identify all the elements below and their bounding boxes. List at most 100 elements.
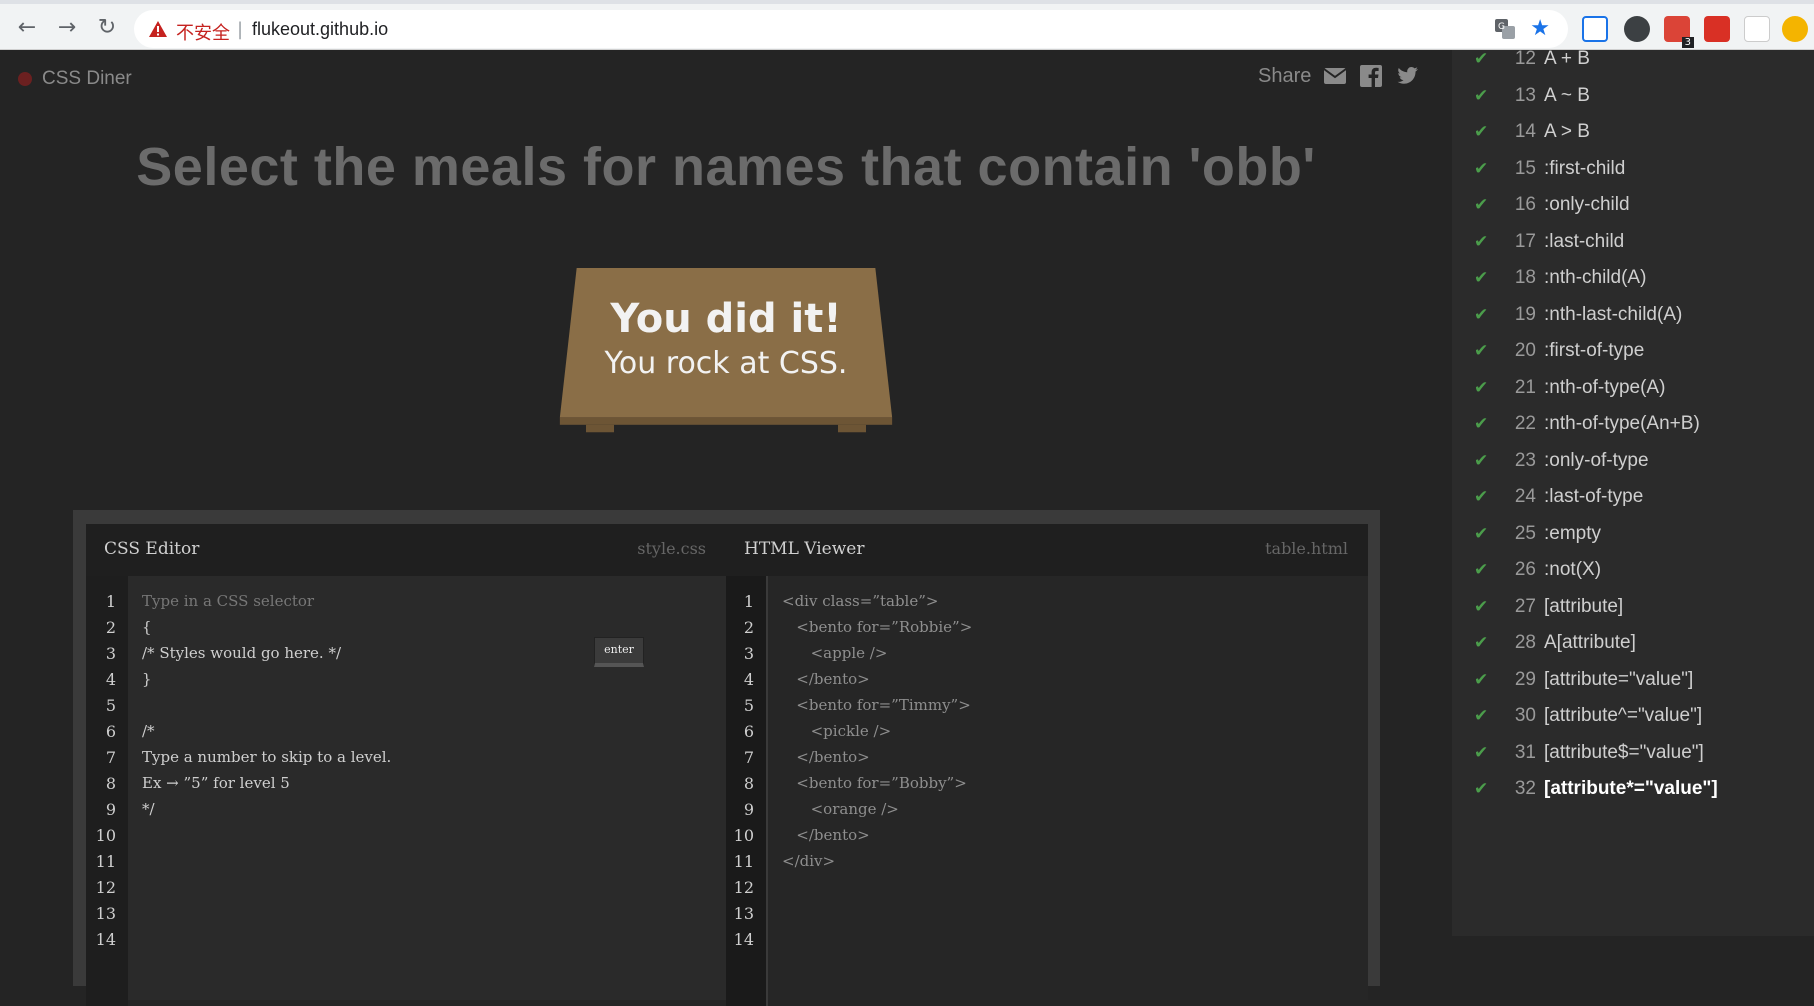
line-number: 9 — [743, 800, 754, 819]
css-selector-input[interactable]: Type in a CSS selector — [142, 592, 314, 610]
level-item[interactable]: ✔ 26:not(X) — [1474, 555, 1601, 585]
line-number: 9 — [105, 800, 116, 819]
enter-button[interactable]: enter — [594, 637, 644, 667]
level-number: 19 — [1514, 304, 1536, 325]
html-line[interactable]: <div class=”table”> — [782, 592, 938, 610]
level-item[interactable]: ✔ 14 A > B — [1474, 117, 1590, 147]
line-number: 10 — [95, 826, 116, 845]
forward-icon[interactable]: → — [52, 14, 82, 44]
level-item[interactable]: ✔ 21:nth-of-type(A) — [1474, 373, 1665, 403]
email-icon[interactable] — [1323, 64, 1347, 88]
html-line[interactable]: <bento for=”Bobby”> — [782, 774, 967, 792]
checkmark-icon: ✔ — [1474, 159, 1489, 178]
facebook-icon[interactable] — [1359, 64, 1383, 88]
level-name: [attribute] — [1544, 596, 1624, 617]
level-number: 17 — [1514, 231, 1536, 252]
level-number: 14 — [1514, 121, 1536, 142]
back-icon[interactable]: ← — [12, 14, 42, 44]
html-line[interactable]: <bento for=”Robbie”> — [782, 618, 972, 636]
app-name: CSS Diner — [42, 68, 132, 89]
checkmark-icon: ✔ — [1474, 341, 1489, 360]
level-item[interactable]: ✔ 12 A + B — [1474, 44, 1590, 74]
level-item[interactable]: ✔ 15:first-child — [1474, 154, 1625, 184]
code-line: } — [142, 670, 152, 688]
line-number: 12 — [95, 878, 116, 897]
level-number: 16 — [1514, 194, 1536, 215]
share-label: Share — [1258, 64, 1312, 87]
checkmark-icon: ✔ — [1474, 779, 1489, 798]
security-label[interactable]: 不安全 — [176, 19, 230, 45]
level-item[interactable]: ✔ 23:only-of-type — [1474, 446, 1649, 476]
pdf-extension-icon[interactable] — [1704, 16, 1730, 42]
warning-icon[interactable] — [148, 19, 168, 39]
checkmark-icon: ✔ — [1474, 414, 1489, 433]
logo[interactable]: CSS Diner — [18, 68, 132, 90]
line-number: 3 — [743, 644, 754, 663]
reload-icon[interactable]: ↻ — [92, 14, 122, 44]
line-number: 10 — [733, 826, 754, 845]
level-item[interactable]: ✔ 30 [attribute^="value"] — [1474, 701, 1702, 731]
level-item[interactable]: ✔ 28 A[attribute] — [1474, 628, 1636, 658]
level-name: :first-child — [1544, 158, 1626, 179]
line-number: 12 — [733, 878, 754, 897]
line-number: 2 — [105, 618, 116, 637]
level-number: 27 — [1514, 596, 1536, 617]
checkmark-icon: ✔ — [1474, 86, 1489, 105]
level-name: :nth-child(A) — [1544, 267, 1647, 288]
level-item[interactable]: ✔ 18:nth-child(A) — [1474, 263, 1646, 293]
level-item[interactable]: ✔ 17:last-child — [1474, 227, 1624, 257]
html-line[interactable]: </bento> — [782, 748, 869, 766]
line-number: 5 — [743, 696, 754, 715]
level-name: :nth-last-child(A) — [1544, 304, 1683, 325]
line-number: 1 — [105, 592, 116, 611]
address-bar[interactable]: 不安全 | flukeout.github.io G ★ — [134, 10, 1568, 48]
html-line[interactable]: <pickle /> — [782, 722, 892, 740]
code-line: /* — [142, 722, 155, 740]
level-item[interactable]: ✔ 27 [attribute] — [1474, 592, 1623, 622]
code-line: Type a number to skip to a level. — [142, 748, 392, 766]
todo-extension-icon[interactable]: 3 — [1664, 16, 1694, 48]
level-number: 24 — [1514, 486, 1536, 507]
html-viewer-header: HTML Viewer table.html — [726, 524, 1368, 576]
twitter-icon[interactable] — [1395, 64, 1419, 88]
level-name: :only-child — [1544, 194, 1630, 215]
html-line[interactable]: </div> — [782, 852, 835, 870]
html-line[interactable]: <apple /> — [782, 644, 888, 662]
reader-extension-icon[interactable] — [1582, 16, 1608, 42]
dinner-table: You did it! You rock at CSS. — [548, 268, 904, 448]
level-item[interactable]: ✔ 19:nth-last-child(A) — [1474, 300, 1682, 330]
level-item[interactable]: ✔ 24:last-of-type — [1474, 482, 1643, 512]
level-item[interactable]: ✔ 25:empty — [1474, 519, 1601, 549]
level-item[interactable]: ✔ 22:nth-of-type(An+B) — [1474, 409, 1700, 439]
scissors-extension-icon[interactable] — [1744, 16, 1770, 42]
line-number: 2 — [743, 618, 754, 637]
level-item[interactable]: ✔ 13 A ~ B — [1474, 81, 1590, 111]
translate-icon[interactable]: G — [1494, 18, 1516, 40]
level-item-current[interactable]: ✔ 32 [attribute*="value"] — [1474, 774, 1718, 804]
html-line[interactable]: </bento> — [782, 826, 869, 844]
level-name: A > B — [1544, 121, 1590, 142]
bookmark-star-icon[interactable]: ★ — [1530, 16, 1550, 41]
url-text[interactable]: flukeout.github.io — [252, 19, 388, 40]
html-line[interactable]: </bento> — [782, 670, 869, 688]
html-line[interactable]: <bento for=”Timmy”> — [782, 696, 971, 714]
html-line[interactable]: <orange /> — [782, 800, 899, 818]
checkmark-icon: ✔ — [1474, 195, 1489, 214]
level-item[interactable]: ✔ 20:first-of-type — [1474, 336, 1644, 366]
line-number: 14 — [733, 930, 754, 949]
browser-toolbar: ← → ↻ 不安全 | flukeout.github.io G ★ 3 — [0, 0, 1814, 50]
logo-icon — [18, 72, 32, 86]
level-name: :first-of-type — [1544, 340, 1645, 361]
address-separator: | — [237, 19, 244, 40]
incognito-extension-icon[interactable] — [1624, 16, 1650, 42]
level-number: 31 — [1514, 742, 1536, 763]
level-item[interactable]: ✔ 31 [attribute$="value"] — [1474, 738, 1704, 768]
line-number: 5 — [105, 696, 116, 715]
level-number: 32 — [1514, 778, 1536, 799]
level-item[interactable]: ✔ 16 :only-child — [1474, 190, 1630, 220]
color-extension-icon[interactable] — [1782, 16, 1808, 42]
line-number: 14 — [95, 930, 116, 949]
editor-frame: CSS Editor style.css 1 2 3 4 5 6 7 8 9 1… — [73, 510, 1380, 1006]
level-number: 28 — [1514, 632, 1536, 653]
level-item[interactable]: ✔ 29 [attribute="value"] — [1474, 665, 1693, 695]
